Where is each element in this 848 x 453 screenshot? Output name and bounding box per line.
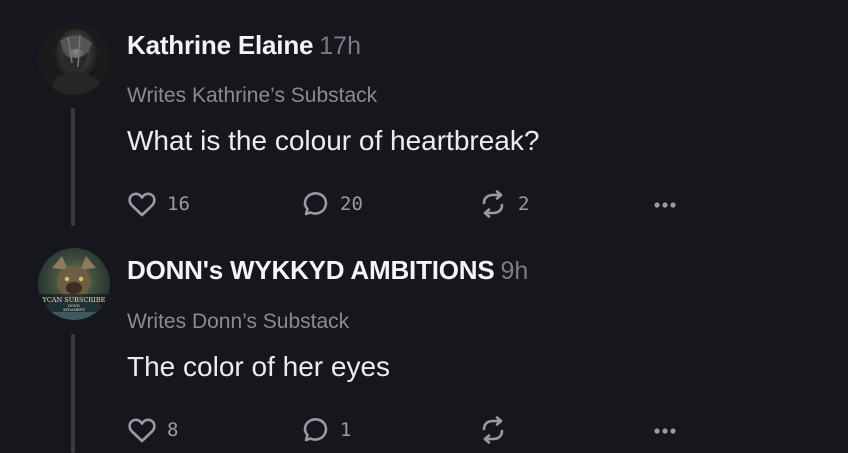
veiled-figure-avatar [38, 23, 110, 95]
author-name[interactable]: Kathrine Elaine [127, 30, 313, 60]
heart-icon [128, 192, 156, 217]
reply-count: 1 [340, 419, 352, 441]
speech-bubble-icon [303, 192, 328, 216]
like-button[interactable]: 16 [127, 188, 190, 220]
more-options-button[interactable] [652, 188, 680, 220]
restack-icon [482, 416, 504, 444]
avatar-text: KYDAMBITI [63, 308, 85, 312]
reply-button[interactable]: 1 [300, 414, 351, 446]
more-options-button[interactable] [652, 414, 680, 446]
avatar[interactable]: YCAN SUBSCRIBE DONN KYDAMBITI [38, 248, 110, 320]
note-header: Kathrine Elaine 17h [127, 30, 361, 61]
like-button[interactable]: 8 [127, 414, 178, 446]
timestamp[interactable]: 9h [501, 257, 529, 285]
publication-byline[interactable]: Writes Kathrine’s Substack [127, 84, 377, 108]
like-count: 8 [167, 419, 179, 441]
note-item: Kathrine Elaine 17h Writes Kathrine’s Sub… [0, 0, 848, 226]
speech-bubble-icon [303, 418, 328, 442]
heart-icon [128, 418, 156, 443]
like-count: 16 [167, 193, 190, 215]
action-bar: 8 1 [0, 414, 848, 446]
restack-button[interactable]: 2 [478, 188, 529, 220]
restack-icon [482, 190, 504, 218]
note-body: The color of her eyes [127, 351, 391, 382]
reply-button[interactable]: 20 [300, 188, 363, 220]
author-name[interactable]: DONN's WYKKYD AMBITIONS [127, 255, 495, 285]
werewolf-art-avatar: YCAN SUBSCRIBE DONN KYDAMBITI [38, 248, 110, 320]
more-dots-icon [654, 428, 676, 434]
more-dots-icon [654, 202, 676, 208]
reply-count: 20 [340, 193, 363, 215]
timestamp[interactable]: 17h [319, 32, 361, 60]
note-header: DONN's WYKKYD AMBITIONS 9h [127, 255, 528, 286]
restack-count: 2 [518, 193, 530, 215]
action-bar: 16 20 2 [0, 188, 848, 220]
restack-button[interactable] [478, 414, 518, 446]
avatar[interactable] [38, 23, 110, 95]
note-item: YCAN SUBSCRIBE DONN KYDAMBITI DONN's WYK… [0, 226, 848, 453]
note-body: What is the colour of heartbreak? [127, 125, 540, 156]
publication-byline[interactable]: Writes Donn’s Substack [127, 310, 349, 334]
avatar-text: YCAN SUBSCRIBE [42, 296, 106, 304]
